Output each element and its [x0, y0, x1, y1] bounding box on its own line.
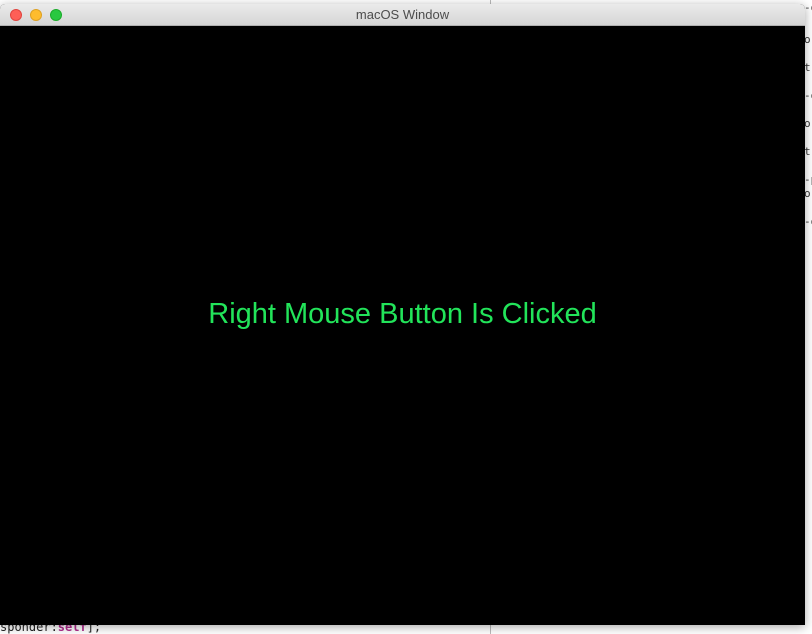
window-content[interactable]: Right Mouse Button Is Clicked: [0, 26, 805, 625]
desktop: -o o t -o o t -p o -o sponder:self]; mac…: [0, 0, 812, 634]
title-bar[interactable]: macOS Window: [0, 4, 805, 26]
click-status-message: Right Mouse Button Is Clicked: [208, 298, 597, 330]
background-code-fragment: -o: [804, 1, 812, 14]
app-window: macOS Window Right Mouse Button Is Click…: [0, 4, 805, 625]
window-title: macOS Window: [355, 7, 450, 22]
background-code-fragment: -p: [804, 173, 812, 186]
background-code-fragment: -o: [804, 215, 812, 228]
background-code-fragment: -o: [804, 89, 812, 102]
